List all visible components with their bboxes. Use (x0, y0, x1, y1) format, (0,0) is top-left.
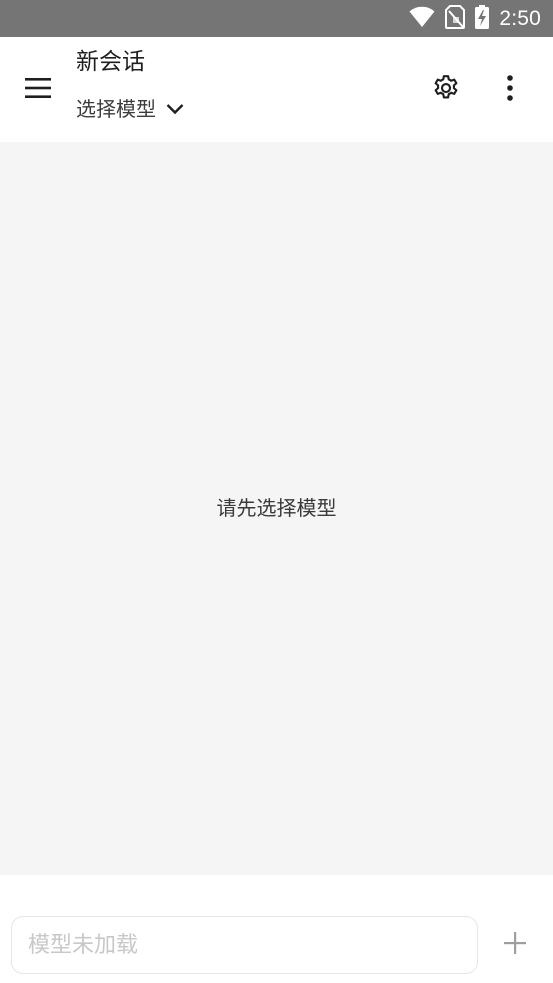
plus-icon (503, 931, 527, 959)
settings-gear-icon (431, 73, 461, 107)
settings-button[interactable] (422, 66, 470, 114)
message-input[interactable] (11, 916, 478, 974)
chat-area: 请先选择模型 (0, 142, 553, 875)
model-selector-label: 选择模型 (76, 97, 156, 121)
input-bar (0, 875, 553, 983)
model-selector[interactable]: 选择模型 (76, 94, 184, 124)
more-vert-icon (506, 74, 514, 106)
status-time: 2:50 (499, 6, 541, 30)
status-bar: 2:50 (0, 0, 553, 37)
menu-icon (25, 77, 51, 103)
empty-state-hint: 请先选择模型 (216, 496, 337, 520)
add-button[interactable] (491, 921, 539, 969)
chevron-down-icon (166, 100, 184, 119)
status-icons: 2:50 (409, 0, 541, 37)
more-options-button[interactable] (486, 66, 534, 114)
wifi-icon (409, 6, 435, 32)
battery-charging-icon (475, 4, 490, 33)
app-bar: 新会话 选择模型 (0, 37, 553, 142)
page-title: 新会话 (76, 49, 145, 75)
no-sim-icon (445, 4, 466, 33)
menu-button[interactable] (14, 66, 62, 114)
